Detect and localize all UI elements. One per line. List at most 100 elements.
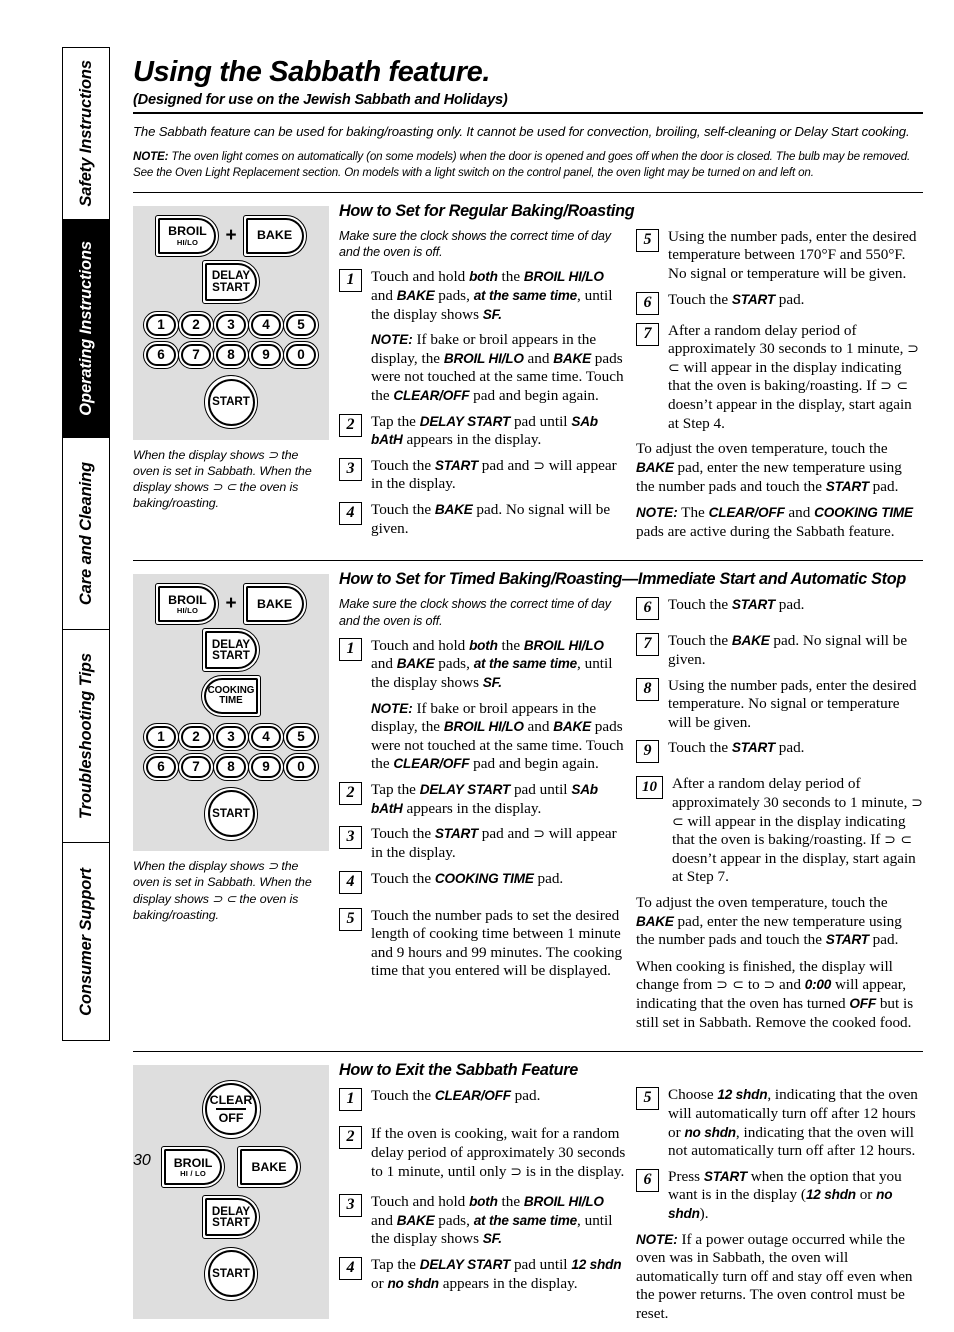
sidebar-tab-operating-instructions[interactable]: Operating Instructions — [62, 219, 110, 437]
number-pad-0[interactable]: 0 — [283, 753, 319, 782]
number-pad-label: 0 — [286, 343, 316, 366]
number-pad-label: 0 — [286, 756, 316, 779]
number-pad-0[interactable]: 0 — [283, 340, 319, 369]
section1-step-2: 2 Tap the DELAY START pad until SAb bAtH… — [339, 413, 627, 450]
step-text: Touch the START pad. — [668, 739, 805, 757]
number-pad-2[interactable]: 2 — [178, 310, 214, 339]
page-content: Using the Sabbath feature. (Designed for… — [133, 47, 923, 1332]
delay-start-pad[interactable]: DELAY START — [202, 259, 260, 304]
step-text: Tap the DELAY START pad until SAb bAtH a… — [371, 781, 598, 817]
plus-symbol: + — [225, 224, 237, 246]
number-pad-8[interactable]: 8 — [213, 753, 249, 782]
cooking-time-row: COOKING TIME — [133, 675, 329, 718]
number-pad-1[interactable]: 1 — [143, 310, 179, 339]
step-text: Touch the CLEAR/OFF pad. — [371, 1087, 541, 1105]
section3-step-2: 2 If the oven is cooking, wait for a ran… — [339, 1125, 627, 1181]
number-pad-9[interactable]: 9 — [248, 753, 284, 782]
cooking-time-pad[interactable]: COOKING TIME — [201, 675, 261, 718]
sidebar-tab-consumer-support[interactable]: Consumer Support — [62, 842, 110, 1041]
start-row: START — [133, 1246, 329, 1301]
step-text: Touch the START pad and ⊃ will appear in… — [371, 456, 617, 493]
number-pad-row-2: 6 7 8 9 0 — [133, 753, 329, 782]
number-pad-2[interactable]: 2 — [178, 723, 214, 752]
broil-bake-row: BROIL HI / LO BAKE — [133, 1146, 329, 1189]
step-number: 4 — [339, 870, 362, 894]
clear-off-pad[interactable]: CLEAR OFF — [201, 1079, 261, 1139]
number-pad-3[interactable]: 3 — [213, 723, 249, 752]
step-number: 7 — [636, 633, 659, 657]
plus-symbol: + — [225, 593, 237, 615]
section2-step-1: 1 Touch and hold both the BROIL HI/LO an… — [339, 637, 627, 774]
number-pad-1[interactable]: 1 — [143, 723, 179, 752]
step-number: 6 — [636, 597, 659, 621]
start-pad[interactable]: START — [204, 786, 258, 841]
clear-pad-line2: OFF — [218, 1110, 244, 1125]
step-number: 2 — [339, 1126, 362, 1150]
section2-step-5: 5 Touch the number pads to set the desir… — [339, 907, 627, 981]
broil-hi-lo-pad[interactable]: BROIL HI / LO — [161, 1146, 225, 1189]
step-text: Touch the BAKE pad. No signal will be gi… — [371, 500, 611, 537]
sidebar-tab-label: Consumer Support — [76, 867, 95, 1016]
sidebar-tab-care-and-cleaning[interactable]: Care and Cleaning — [62, 437, 110, 629]
number-pad-label: 6 — [146, 756, 176, 779]
delay-start-row: DELAY START — [133, 259, 329, 304]
number-pad-9[interactable]: 9 — [248, 340, 284, 369]
number-pad-label: 3 — [216, 726, 246, 749]
step-text: Using the number pads, enter the desired… — [668, 227, 917, 283]
section2-left-column: Make sure the clock shows the correct ti… — [339, 596, 633, 1040]
start-pad[interactable]: START — [204, 375, 258, 430]
number-pad-4[interactable]: 4 — [248, 310, 284, 339]
section3-left-column: How to Exit the Sabbath Feature 1 Touch … — [339, 1061, 633, 1331]
cooking-pad-line2: TIME — [219, 695, 243, 707]
section2-step1-note: NOTE: If bake or broil appears in the di… — [371, 699, 624, 773]
bake-pad[interactable]: BAKE — [237, 1146, 301, 1189]
page-subtitle: (Designed for use on the Jewish Sabbath … — [133, 92, 508, 108]
control-panel-caption-1: When the display shows ⊃ the oven is set… — [133, 447, 312, 511]
sidebar-tab-rail: Safety Instructions Operating Instructio… — [62, 47, 110, 1177]
sidebar-tab-label: Safety Instructions — [76, 60, 95, 207]
step-text: Tap the DELAY START pad until 12 shdn or… — [371, 1255, 622, 1292]
step-number: 3 — [339, 457, 362, 481]
number-pad-label: 4 — [251, 313, 281, 336]
section2-step-2: 2 Tap the DELAY START pad until SAb bAtH… — [339, 781, 627, 818]
top-note: NOTE: The oven light comes on automatica… — [133, 149, 923, 181]
number-pad-7[interactable]: 7 — [178, 753, 214, 782]
step-number: 7 — [636, 322, 659, 346]
broil-pad-sublabel: HI / LO — [180, 1169, 206, 1179]
number-pad-row-1: 1 2 3 4 5 — [133, 310, 329, 339]
section-timed-baking: BROIL HI/LO + BAKE DELAY START COOKING T… — [133, 570, 923, 1040]
step-number: 2 — [339, 782, 362, 806]
number-pad-label: 1 — [146, 726, 176, 749]
number-pad-6[interactable]: 6 — [143, 753, 179, 782]
number-row-top: 1 2 3 4 5 — [143, 723, 319, 752]
broil-bake-row: BROIL HI/LO + BAKE — [133, 583, 329, 626]
number-pad-8[interactable]: 8 — [213, 340, 249, 369]
bake-pad[interactable]: BAKE — [242, 583, 307, 626]
number-pad-5[interactable]: 5 — [283, 310, 319, 339]
number-pad-row-2: 6 7 8 9 0 — [133, 340, 329, 369]
number-pad-4[interactable]: 4 — [248, 723, 284, 752]
number-pad-7[interactable]: 7 — [178, 340, 214, 369]
step-number: 6 — [636, 1168, 659, 1192]
delay-start-pad[interactable]: DELAY START — [202, 628, 260, 673]
broil-hi-lo-pad[interactable]: BROIL HI/LO — [155, 214, 220, 257]
step-text: Touch and hold both the BROIL HI/LO and … — [371, 268, 613, 323]
broil-hi-lo-pad[interactable]: BROIL HI/LO — [155, 583, 220, 626]
delay-start-row: DELAY START — [133, 1195, 329, 1240]
step-number: 1 — [339, 637, 362, 661]
step-text: Touch the START pad and ⊃ will appear in… — [371, 825, 617, 861]
section2-adjust-paragraph: To adjust the oven temperature, touch th… — [636, 894, 902, 949]
sidebar-tab-troubleshooting-tips[interactable]: Troubleshooting Tips — [62, 629, 110, 842]
number-pad-label: 8 — [216, 756, 246, 779]
start-pad[interactable]: START — [204, 1246, 258, 1301]
delay-start-pad[interactable]: DELAY START — [202, 1195, 260, 1240]
bake-pad[interactable]: BAKE — [242, 214, 307, 257]
number-pad-5[interactable]: 5 — [283, 723, 319, 752]
number-pad-6[interactable]: 6 — [143, 340, 179, 369]
sidebar-tab-safety-instructions[interactable]: Safety Instructions — [62, 47, 110, 219]
number-pad-3[interactable]: 3 — [213, 310, 249, 339]
section3-step-1: 1 Touch the CLEAR/OFF pad. — [339, 1087, 627, 1112]
broil-bake-row: BROIL HI/LO + BAKE — [133, 214, 329, 257]
section1-lead: Make sure the clock shows the correct ti… — [339, 228, 611, 260]
number-pad-label: 5 — [286, 313, 316, 336]
